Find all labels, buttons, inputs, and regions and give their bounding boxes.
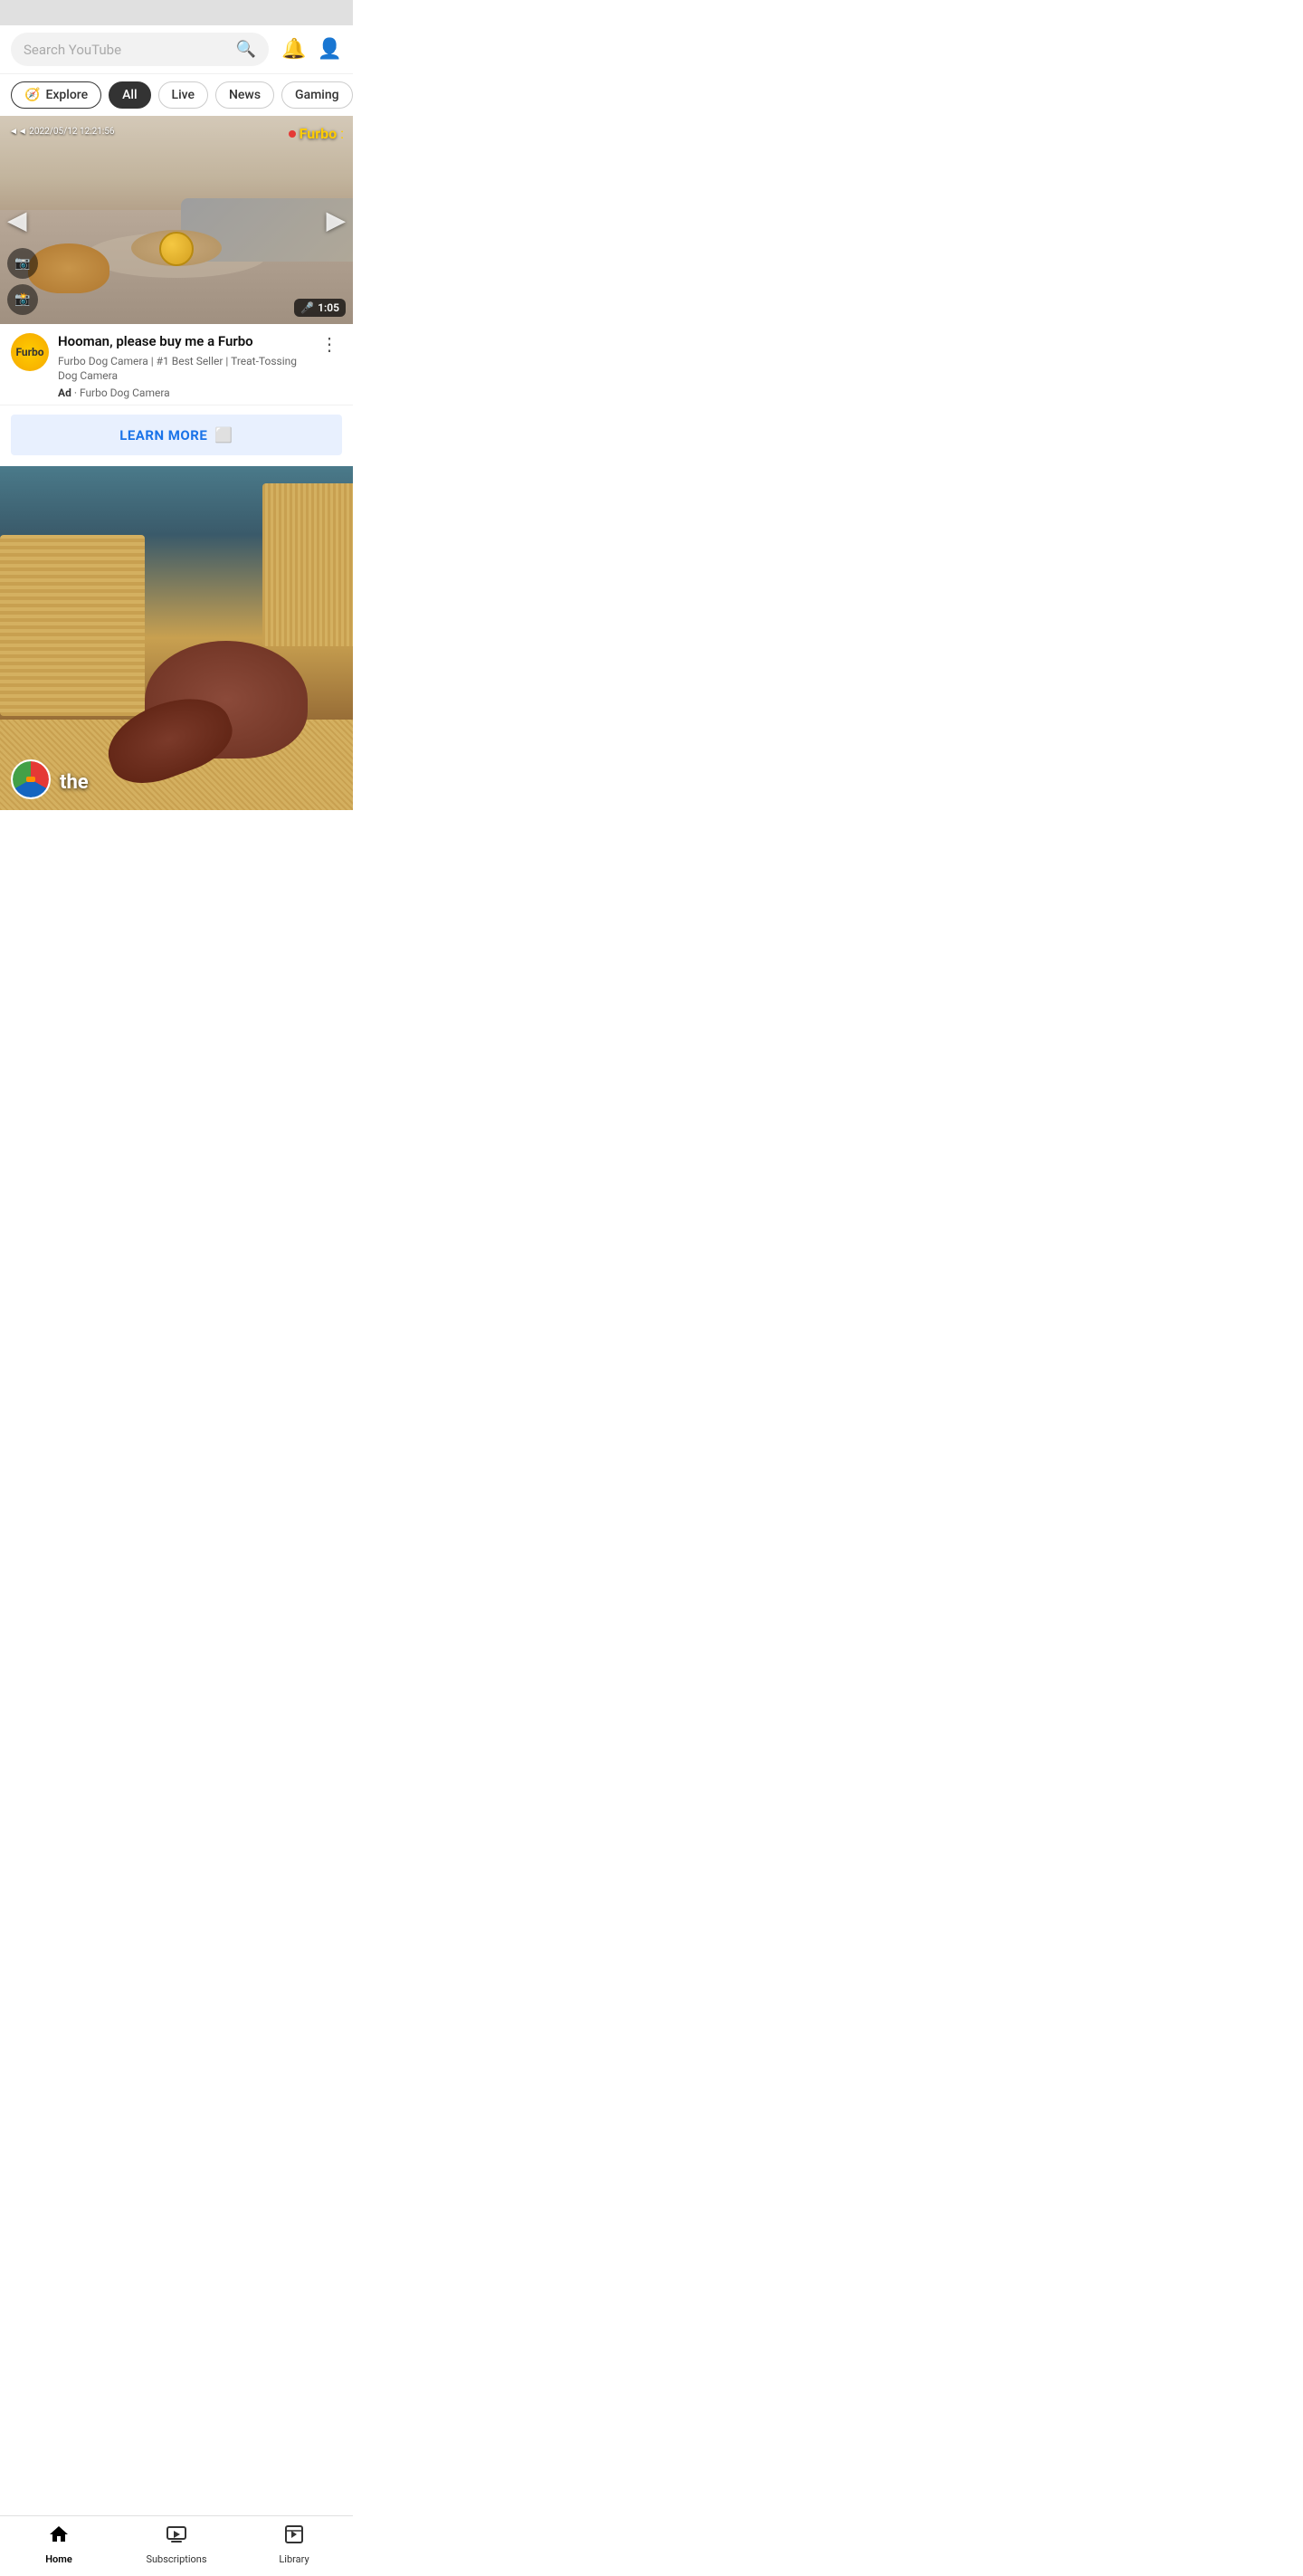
search-icon[interactable]: 🔍 [236, 40, 256, 59]
ad-video-container[interactable]: ◄◄ 2022/05/12 12:21:56 Furbo : ◀ ▶ 📷 📸 [0, 116, 353, 324]
hay-bale-right [262, 483, 353, 646]
chip-live[interactable]: Live [158, 81, 208, 109]
ad-row: Furbo Hooman, please buy me a Furbo Furb… [11, 333, 342, 399]
ad-title: Hooman, please buy me a Furbo [58, 333, 308, 351]
subscriptions-icon [166, 2524, 187, 2551]
mic-icon: 🎤 [300, 301, 314, 314]
video-record-button[interactable]: 📷 [7, 248, 38, 279]
duration-text: 1:05 [318, 301, 339, 314]
hippo-video-thumbnail: the [0, 466, 353, 810]
home-label: Home [45, 2553, 72, 2565]
learn-more-label: LEARN MORE [119, 427, 207, 444]
timestamp-overlay: ◄◄ 2022/05/12 12:21:56 [9, 127, 115, 137]
bottom-navigation: Home Subscriptions Library [0, 2515, 353, 2576]
search-input-wrap[interactable]: Search YouTube 🔍 [11, 33, 269, 66]
treat-ball [159, 232, 194, 266]
prev-arrow-icon[interactable]: ◀ [7, 205, 27, 235]
timestamp-text: 2022/05/12 12:21:56 [29, 127, 114, 137]
nav-home[interactable]: Home [27, 2524, 90, 2565]
mic-duration-overlay: 🎤 1:05 [294, 299, 346, 317]
chip-gaming[interactable]: Gaming [281, 81, 353, 109]
scroll-content: ◄◄ 2022/05/12 12:21:56 Furbo : ◀ ▶ 📷 📸 [0, 116, 353, 873]
chip-all[interactable]: All [109, 81, 150, 109]
dog-shape [28, 243, 109, 293]
chip-news[interactable]: News [215, 81, 274, 109]
photo-icon: 📸 [14, 292, 30, 307]
furbo-colon: : [340, 125, 344, 142]
channel-avatar-2[interactable] [11, 759, 51, 799]
ad-video-thumbnail: ◄◄ 2022/05/12 12:21:56 Furbo : ◀ ▶ 📷 📸 [0, 116, 353, 324]
ad-badge: Ad [58, 386, 71, 399]
chips-row: 🧭 Explore All Live News Gaming [0, 74, 353, 116]
video-record-icon: 📷 [14, 256, 30, 271]
chip-news-label: News [229, 88, 261, 102]
ad-advertiser: Furbo Dog Camera [80, 386, 170, 399]
nav-library[interactable]: Library [262, 2524, 326, 2565]
arrow-left-small: ◄◄ [9, 127, 29, 137]
furbo-brand-overlay: Furbo : [289, 125, 344, 142]
nav-subscriptions[interactable]: Subscriptions [145, 2524, 208, 2565]
header-icons: 🔔 👤 [281, 38, 342, 61]
second-video-container[interactable]: the [0, 466, 353, 810]
chip-explore[interactable]: 🧭 Explore [11, 81, 101, 109]
chip-live-label: Live [172, 88, 195, 102]
chip-gaming-label: Gaming [295, 88, 339, 102]
notification-bell-icon[interactable]: 🔔 [281, 38, 306, 61]
next-arrow-icon[interactable]: ▶ [326, 205, 346, 235]
subtitle-overlay: the [60, 771, 89, 794]
ad-channel-name: Furbo Dog Camera | #1 Best Seller | Trea… [58, 354, 308, 385]
furbo-brand-text: Furbo [300, 125, 337, 142]
ad-text-block: Hooman, please buy me a Furbo Furbo Dog … [58, 333, 308, 399]
library-icon [283, 2524, 305, 2551]
recording-dot [289, 130, 296, 138]
ad-badge-row: Ad · Furbo Dog Camera [58, 386, 308, 399]
photo-button[interactable]: 📸 [7, 284, 38, 315]
explore-icon: 🧭 [24, 88, 40, 102]
chip-explore-label: Explore [45, 88, 88, 102]
library-label: Library [279, 2553, 309, 2565]
channel-avatar[interactable]: Furbo [11, 333, 49, 371]
home-icon [48, 2524, 70, 2551]
search-bar: Search YouTube 🔍 🔔 👤 [0, 25, 353, 74]
external-link-icon: ⬜ [214, 426, 233, 444]
chip-all-label: All [122, 88, 137, 102]
account-icon[interactable]: 👤 [318, 38, 342, 61]
channel-avatar-inner [13, 761, 49, 797]
status-bar [0, 0, 353, 25]
ad-info-section: Furbo Hooman, please buy me a Furbo Furb… [0, 324, 353, 405]
search-placeholder: Search YouTube [24, 42, 229, 58]
more-options-button[interactable]: ⋮ [317, 333, 342, 355]
avatar-text: Furbo [15, 346, 43, 358]
hay-bale-left [0, 535, 145, 716]
beak-icon [26, 777, 35, 782]
video-controls: 📷 📸 [7, 248, 38, 315]
learn-more-button[interactable]: LEARN MORE ⬜ [11, 415, 342, 455]
subscriptions-label: Subscriptions [146, 2553, 206, 2565]
